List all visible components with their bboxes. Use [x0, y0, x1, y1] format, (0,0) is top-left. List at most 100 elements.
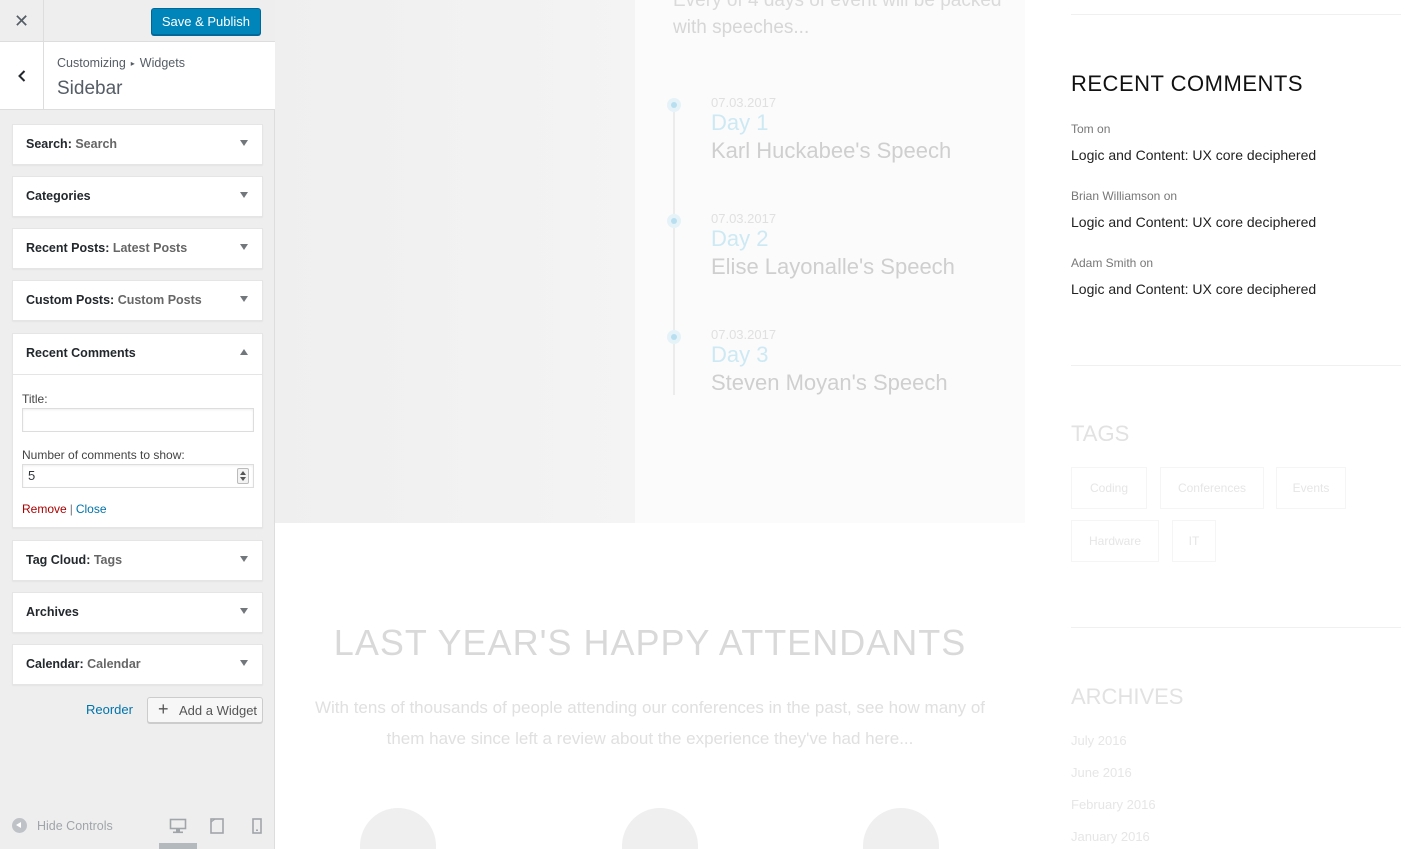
breadcrumb-separator-icon: ▸ — [130, 59, 135, 68]
title-label: Title: — [22, 392, 48, 406]
timeline-dot-icon — [667, 214, 681, 228]
widget-header[interactable]: Recent Comments — [13, 334, 262, 373]
widget-calendar[interactable]: Calendar: Calendar — [12, 644, 263, 685]
attendant-avatar — [622, 808, 698, 849]
action-separator: | — [69, 502, 73, 516]
tag-link[interactable]: Hardware — [1071, 520, 1159, 562]
widget-header[interactable]: Categories — [13, 177, 262, 216]
timeline-day: Day 2 — [711, 226, 769, 251]
hero-intro-text-line2: with speeches... — [673, 17, 810, 38]
divider — [1071, 627, 1401, 628]
timeline-date: 07.03.2017 — [711, 211, 777, 226]
hero-intro-text: Every of 4 days of event will be packed — [673, 0, 1002, 11]
remove-link[interactable]: Remove — [22, 502, 67, 516]
tags-heading: TAGS — [1071, 421, 1130, 446]
expand-arrow-icon[interactable] — [240, 192, 248, 198]
add-widget-button[interactable]: + Add a Widget — [147, 697, 263, 723]
comment-on: on — [1097, 122, 1111, 136]
timeline-date: 07.03.2017 — [711, 95, 777, 110]
widget-title: Search: Search — [26, 137, 118, 151]
comment-author[interactable]: Adam Smith — [1071, 256, 1136, 270]
attendants-heading: LAST YEAR'S HAPPY ATTENDANTS — [333, 622, 967, 663]
widget-search[interactable]: Search: Search — [12, 124, 263, 165]
desktop-icon[interactable] — [169, 818, 187, 834]
timeline-date: 07.03.2017 — [711, 327, 777, 342]
comment-post-link[interactable]: Logic and Content: UX core deciphered — [1071, 214, 1316, 230]
timeline-day: Day 3 — [711, 342, 769, 367]
widget-tag-cloud[interactable]: Tag Cloud: Tags — [12, 540, 263, 581]
hide-controls-button[interactable]: Hide Controls — [12, 818, 113, 833]
widget-title: Recent Posts: Latest Posts — [26, 241, 188, 255]
archive-link[interactable]: July 2016 — [1071, 733, 1127, 748]
comment-post-link[interactable]: Logic and Content: UX core deciphered — [1071, 147, 1316, 163]
comment-on: on — [1163, 189, 1178, 203]
timeline-speech[interactable]: Steven Moyan's Speech — [711, 370, 948, 396]
active-device-indicator — [159, 843, 197, 849]
widget-title: Categories — [26, 189, 91, 203]
comment-on: on — [1139, 256, 1154, 270]
widget-header[interactable]: Recent Posts: Latest Posts — [13, 229, 262, 268]
breadcrumb: Customizing ▸ Widgets — [57, 56, 185, 70]
comment-meta: Tom on — [1071, 122, 1110, 136]
widget-custom-posts[interactable]: Custom Posts: Custom Posts — [12, 280, 263, 321]
expand-arrow-icon[interactable] — [240, 244, 248, 250]
widget-recent-comments[interactable]: Recent Comments Title: Number of comment… — [12, 333, 263, 528]
widget-form: Title: Number of comments to show: 5 Rem… — [13, 374, 262, 528]
expand-arrow-icon[interactable] — [240, 296, 248, 302]
timeline-day: Day 1 — [711, 110, 769, 135]
timeline-speech[interactable]: Elise Layonalle's Speech — [711, 254, 955, 280]
tag-link[interactable]: IT — [1172, 520, 1216, 562]
site-preview: Every of 4 days of event will be packed … — [275, 0, 1419, 849]
collapse-arrow-icon[interactable] — [240, 349, 248, 355]
tag-link[interactable]: Coding — [1071, 467, 1147, 509]
expand-arrow-icon[interactable] — [240, 140, 248, 146]
widget-header[interactable]: Custom Posts: Custom Posts — [13, 281, 262, 320]
divider — [1071, 14, 1401, 15]
widget-header[interactable]: Archives — [13, 593, 262, 632]
reorder-link[interactable]: Reorder — [86, 702, 133, 717]
tag-link[interactable]: Events — [1276, 467, 1346, 509]
widget-archives[interactable]: Archives — [12, 592, 263, 633]
comment-author[interactable]: Tom — [1071, 122, 1094, 136]
customizer-footer: Hide Controls — [0, 806, 275, 849]
comment-author[interactable]: Brian Williamson — [1071, 189, 1160, 203]
widget-title: Tag Cloud: Tags — [26, 553, 123, 567]
timeline-speech[interactable]: Karl Huckabee's Speech — [711, 138, 951, 164]
close-link[interactable]: Close — [76, 502, 107, 516]
archive-link[interactable]: June 2016 — [1071, 765, 1132, 780]
expand-arrow-icon[interactable] — [240, 608, 248, 614]
widget-title: Calendar: Calendar — [26, 657, 141, 671]
widget-header[interactable]: Calendar: Calendar — [13, 645, 262, 684]
comment-meta: Adam Smith on — [1071, 256, 1153, 270]
widget-actions: Remove | Close — [22, 502, 107, 516]
spinner-arrows-icon[interactable] — [237, 468, 249, 484]
expand-arrow-icon[interactable] — [240, 556, 248, 562]
widget-header[interactable]: Tag Cloud: Tags — [13, 541, 262, 580]
number-input[interactable]: 5 — [22, 464, 254, 488]
widget-recent-posts[interactable]: Recent Posts: Latest Posts — [12, 228, 263, 269]
tag-link[interactable]: Conferences — [1160, 467, 1264, 509]
tablet-icon[interactable] — [208, 818, 226, 834]
widget-title: Recent Comments — [26, 346, 136, 360]
plus-icon: + — [158, 699, 169, 719]
title-input[interactable] — [22, 408, 254, 432]
mobile-icon[interactable] — [248, 818, 266, 834]
archive-link[interactable]: February 2016 — [1071, 797, 1156, 812]
back-arrow-icon[interactable] — [0, 42, 44, 109]
save-publish-button[interactable]: Save & Publish — [150, 8, 261, 35]
widget-categories[interactable]: Categories — [12, 176, 263, 217]
hide-controls-label: Hide Controls — [37, 818, 113, 833]
expand-arrow-icon[interactable] — [240, 660, 248, 666]
widget-title: Custom Posts: Custom Posts — [26, 293, 202, 307]
archive-link[interactable]: January 2016 — [1071, 829, 1150, 844]
comment-post-link[interactable]: Logic and Content: UX core deciphered — [1071, 281, 1316, 297]
timeline-dot-icon — [667, 98, 681, 112]
attendants-text: With tens of thousands of people attendi… — [314, 698, 986, 748]
add-widget-label: Add a Widget — [179, 703, 258, 718]
section-header: Customizing ▸ Widgets Sidebar — [0, 42, 275, 110]
widget-title: Archives — [26, 605, 79, 619]
timeline-dot-icon — [667, 330, 681, 344]
archives-heading: ARCHIVES — [1071, 684, 1184, 709]
close-icon[interactable]: ✕ — [0, 0, 44, 42]
widget-header[interactable]: Search: Search — [13, 125, 262, 164]
